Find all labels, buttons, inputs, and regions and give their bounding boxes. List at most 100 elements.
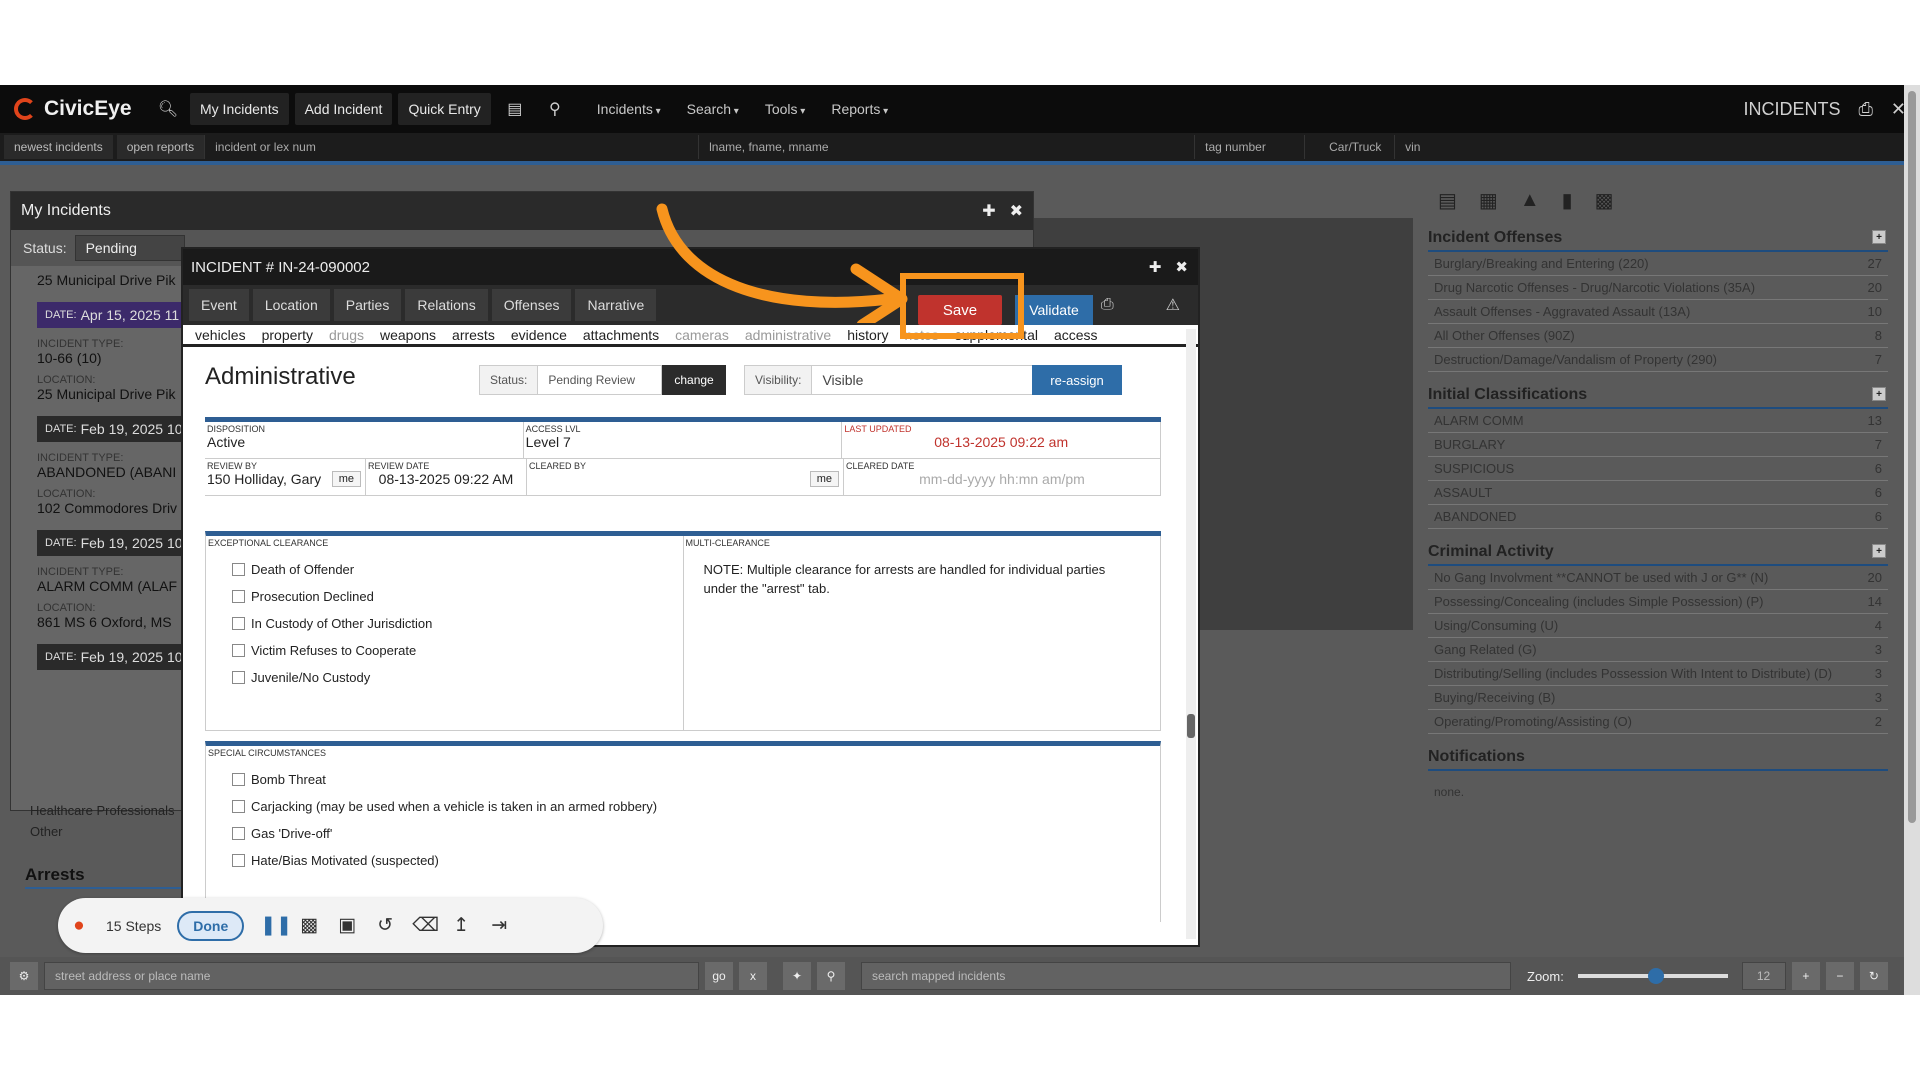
checkbox-carjacking[interactable]: Carjacking (may be used when a vehicle i… <box>232 799 1160 814</box>
expand-icon[interactable]: + <box>1872 230 1886 244</box>
review-date-field[interactable]: REVIEW DATE 08-13-2025 09:22 AM <box>366 459 527 495</box>
list-item[interactable]: Distributing/Selling (includes Possessio… <box>1428 662 1888 686</box>
me-button[interactable]: me <box>331 471 361 487</box>
tab-offenses[interactable]: Offenses <box>491 289 572 321</box>
checkbox-bomb-threat[interactable]: Bomb Threat <box>232 772 1160 787</box>
gear-icon[interactable]: ⚙ <box>10 962 38 990</box>
quick-entry-button[interactable]: Quick Entry <box>398 93 491 125</box>
newest-incidents-chip[interactable]: newest incidents <box>4 135 113 159</box>
me-button[interactable]: me <box>809 471 839 487</box>
disposition-field[interactable]: DISPOSITION Active <box>205 422 524 458</box>
list-item[interactable]: ASSAULT 6 <box>1428 481 1888 505</box>
subtab-weapons[interactable]: weapons <box>380 327 436 343</box>
print-icon[interactable]: ⎙ <box>1859 99 1873 120</box>
zoom-in-icon[interactable]: + <box>1791 962 1820 990</box>
subtab-cameras[interactable]: cameras <box>675 327 729 343</box>
subtab-drugs[interactable]: drugs <box>329 327 364 343</box>
status-select[interactable]: Pending <box>74 235 185 261</box>
list-item[interactable]: Gang Related (G) 3 <box>1428 638 1888 662</box>
subtab-attachments[interactable]: attachments <box>583 327 659 343</box>
list-item[interactable]: No Gang Involvment **CANNOT be used with… <box>1428 566 1888 590</box>
skip-end-icon[interactable]: ⇥ <box>488 914 510 937</box>
list-item[interactable]: Drug Narcotic Offenses - Drug/Narcotic V… <box>1428 276 1888 300</box>
tag-number-input[interactable]: tag number <box>1194 135 1304 159</box>
page-scrollbar[interactable] <box>1904 85 1920 995</box>
clear-button[interactable]: x <box>739 962 767 990</box>
plus-icon[interactable]: ✚ <box>1149 258 1162 276</box>
checkbox-death-of-offender[interactable]: Death of Offender <box>232 562 683 577</box>
add-incident-button[interactable]: Add Incident <box>294 93 393 125</box>
subtab-evidence[interactable]: evidence <box>511 327 567 343</box>
checkbox-juvenile[interactable]: Juvenile/No Custody <box>232 670 683 685</box>
reassign-button[interactable]: re-assign <box>1032 365 1122 395</box>
subtab-arrests[interactable]: arrests <box>452 327 495 343</box>
search-icon[interactable]: 🔍︎ <box>152 93 184 125</box>
expand-icon[interactable]: + <box>1872 387 1886 401</box>
refresh-icon[interactable]: ↻ <box>1859 962 1888 990</box>
zoom-level-input[interactable]: 12 <box>1741 962 1786 990</box>
tab-parties[interactable]: Parties <box>333 289 402 321</box>
go-button[interactable]: go <box>705 962 733 990</box>
incident-number-input[interactable]: incident or lex num <box>204 135 698 159</box>
subtab-property[interactable]: property <box>262 327 313 343</box>
search-mapped-incidents-input[interactable]: search mapped incidents <box>861 962 1511 990</box>
blur-icon[interactable]: ▩ <box>298 914 320 937</box>
change-status-button[interactable]: change <box>662 365 726 395</box>
vin-input[interactable]: vin <box>1394 135 1920 159</box>
checkbox-in-custody[interactable]: In Custody of Other Jurisdiction <box>232 616 683 631</box>
list-item[interactable]: Possessing/Concealing (includes Simple P… <box>1428 590 1888 614</box>
validate-button[interactable]: Validate <box>1015 295 1093 325</box>
subtab-history[interactable]: history <box>847 327 888 343</box>
list-item[interactable]: All Other Offenses (90Z) 8 <box>1428 324 1888 348</box>
zoom-slider-knob[interactable] <box>1647 968 1664 984</box>
list-item[interactable]: ABANDONED 6 <box>1428 505 1888 529</box>
reports-menu[interactable]: Reports <box>831 101 888 117</box>
subtab-access[interactable]: access <box>1054 327 1098 343</box>
list-item[interactable]: Using/Consuming (U) 4 <box>1428 614 1888 638</box>
map-pin-icon[interactable]: ⚲ <box>817 962 845 990</box>
map-icon[interactable]: ▲ <box>1520 189 1540 212</box>
list-item[interactable]: ALARM COMM 13 <box>1428 409 1888 433</box>
print-icon[interactable]: ⎙ <box>1101 296 1114 314</box>
tab-event[interactable]: Event <box>189 289 249 321</box>
tab-location[interactable]: Location <box>252 289 330 321</box>
list-item[interactable]: Burglary/Breaking and Entering (220) 27 <box>1428 252 1888 276</box>
calculator-icon[interactable]: ▤ <box>1438 188 1457 213</box>
app-logo[interactable]: CivicEye <box>14 97 144 121</box>
list-item[interactable]: BURGLARY 7 <box>1428 433 1888 457</box>
name-search-input[interactable]: lname, fname, mname <box>698 135 1194 159</box>
vehicle-type-input[interactable]: Car/Truck <box>1304 135 1394 159</box>
list-item[interactable]: Assault Offenses - Aggravated Assault (1… <box>1428 300 1888 324</box>
subtab-administrative[interactable]: administrative <box>745 327 831 343</box>
checkbox-hate-bias[interactable]: Hate/Bias Motivated (suspected) <box>232 853 1160 868</box>
incidents-menu[interactable]: Incidents <box>597 101 661 117</box>
cleared-date-field[interactable]: CLEARED DATE mm-dd-yyyy hh:mn am/pm <box>844 459 1161 495</box>
trash-icon[interactable]: ⌫ <box>412 914 439 937</box>
document-icon[interactable]: ▮ <box>1562 188 1573 213</box>
map-pin-icon[interactable]: ⚲ <box>539 93 571 125</box>
done-button[interactable]: Done <box>177 910 245 941</box>
subtab-vehicles[interactable]: vehicles <box>195 327 246 343</box>
open-reports-chip[interactable]: open reports <box>116 135 205 159</box>
pause-icon[interactable]: ❚❚ <box>260 914 292 937</box>
checkbox-gas-drive-off[interactable]: Gas 'Drive-off' <box>232 826 1160 841</box>
list-item[interactable]: Operating/Promoting/Assisting (O) 2 <box>1428 710 1888 734</box>
zoom-out-icon[interactable]: − <box>1825 962 1854 990</box>
list-item[interactable]: Destruction/Damage/Vandalism of Property… <box>1428 348 1888 372</box>
warning-icon[interactable]: ⚠ <box>1166 295 1180 315</box>
plus-icon[interactable]: ✚ <box>982 201 995 221</box>
image-icon[interactable]: ▣ <box>336 914 358 937</box>
tab-narrative[interactable]: Narrative <box>575 289 657 321</box>
access-level-field[interactable]: ACCESS LVL Level 7 <box>524 422 843 458</box>
list-item[interactable]: SUSPICIOUS 6 <box>1428 457 1888 481</box>
address-input[interactable]: street address or place name <box>44 962 699 990</box>
tab-relations[interactable]: Relations <box>405 289 488 321</box>
expand-icon[interactable]: + <box>1872 544 1886 558</box>
crosshair-icon[interactable]: ✦ <box>783 962 811 990</box>
report-icon[interactable]: ▩ <box>1595 188 1614 213</box>
calculator-icon[interactable]: ▤ <box>499 93 531 125</box>
checkbox-victim-refuses[interactable]: Victim Refuses to Cooperate <box>232 643 683 658</box>
list-item[interactable]: Buying/Receiving (B) 3 <box>1428 686 1888 710</box>
checkbox-prosecution-declined[interactable]: Prosecution Declined <box>232 589 683 604</box>
upload-icon[interactable]: ↥ <box>450 914 472 937</box>
